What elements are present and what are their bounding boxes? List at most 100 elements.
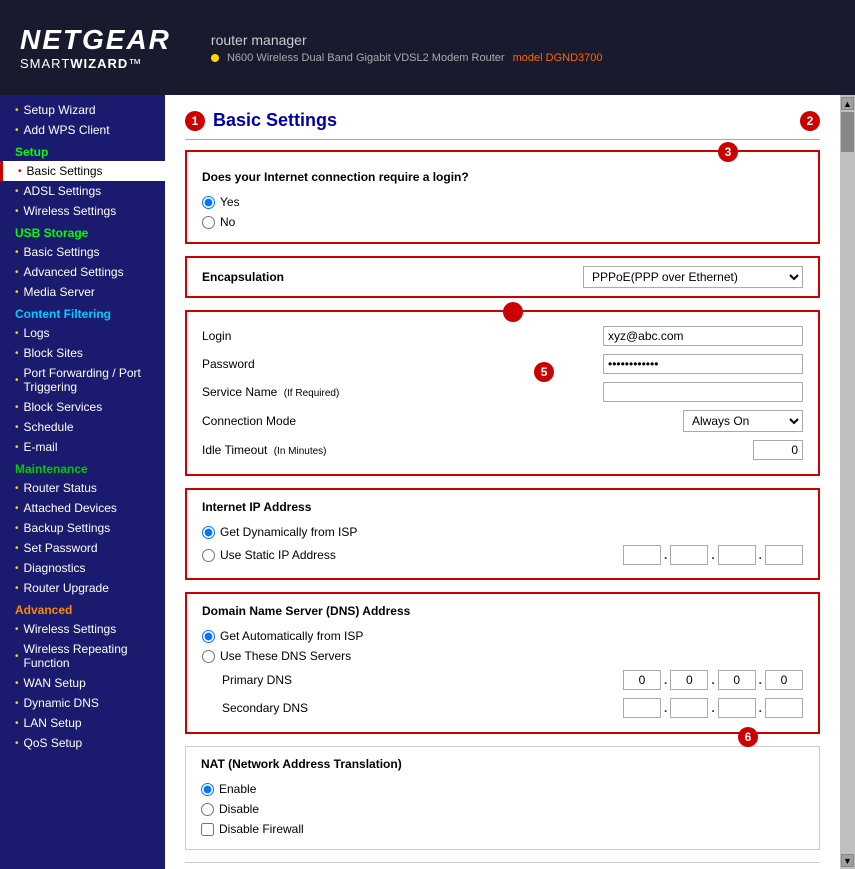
bullet-icon: • <box>15 483 19 494</box>
sidebar-label: Media Server <box>24 285 95 299</box>
model-number: model DGND3700 <box>513 52 603 64</box>
sidebar-label: Router Status <box>24 481 97 495</box>
sidebar-label: ADSL Settings <box>24 184 102 198</box>
use-static-label: Use Static IP Address <box>220 548 623 562</box>
secondary-dns-2[interactable] <box>670 698 708 718</box>
secondary-dns-row: Secondary DNS . . . <box>202 694 803 722</box>
sidebar-item-router-upgrade[interactable]: • Router Upgrade <box>0 578 165 598</box>
setup-section-label: Setup <box>0 140 165 161</box>
bullet-icon: • <box>15 402 19 413</box>
nat-enable-radio[interactable] <box>201 783 214 796</box>
sidebar-item-router-status[interactable]: • Router Status <box>0 478 165 498</box>
sidebar-label: Router Upgrade <box>24 581 109 595</box>
scroll-thumb[interactable] <box>841 112 854 152</box>
nat-disable-radio[interactable] <box>201 803 214 816</box>
static-ip-4[interactable] <box>765 545 803 565</box>
sidebar-item-dynamic-dns[interactable]: • Dynamic DNS <box>0 693 165 713</box>
use-these-dns-radio[interactable] <box>202 650 215 663</box>
sidebar-label: E-mail <box>24 440 58 454</box>
secondary-dns-3[interactable] <box>718 698 756 718</box>
scroll-up-button[interactable]: ▲ <box>841 97 854 110</box>
get-dynamically-radio[interactable] <box>202 526 215 539</box>
sidebar-item-usb-basic[interactable]: • Basic Settings <box>0 242 165 262</box>
step6-badge: 6 <box>738 727 758 747</box>
login-input[interactable] <box>603 326 803 346</box>
encapsulation-select[interactable]: PPPoE(PPP over Ethernet)PPPoA(PPP over A… <box>583 266 803 288</box>
sidebar-item-qos-setup[interactable]: • QoS Setup <box>0 733 165 753</box>
secondary-dns-4[interactable] <box>765 698 803 718</box>
sidebar-label: QoS Setup <box>24 736 83 750</box>
disable-firewall-checkbox[interactable] <box>201 823 214 836</box>
secondary-dns-1[interactable] <box>623 698 661 718</box>
primary-dns-2[interactable] <box>670 670 708 690</box>
service-name-row: Service Name (If Required) <box>202 378 803 406</box>
sidebar-item-setup-wizard[interactable]: • Setup Wizard <box>0 100 165 120</box>
service-name-label: Service Name (If Required) <box>202 385 342 399</box>
static-ip-3[interactable] <box>718 545 756 565</box>
bullet-icon: • <box>15 583 19 594</box>
service-name-input-wrap <box>342 382 803 402</box>
idle-timeout-input[interactable] <box>753 440 803 460</box>
bullet-icon: • <box>15 698 19 709</box>
main-layout: • Setup Wizard • Add WPS Client Setup • … <box>0 95 855 869</box>
idle-timeout-row: Idle Timeout (In Minutes) <box>202 436 803 464</box>
primary-dns-3[interactable] <box>718 670 756 690</box>
sidebar-item-block-sites[interactable]: • Block Sites <box>0 343 165 363</box>
sidebar-label: Basic Settings <box>27 164 103 178</box>
bullet-icon: • <box>15 375 19 386</box>
sidebar-item-wireless-repeating[interactable]: • Wireless Repeating Function <box>0 639 165 673</box>
sidebar-item-port-forwarding[interactable]: • Port Forwarding / Port Triggering <box>0 363 165 397</box>
sidebar-item-email[interactable]: • E-mail <box>0 437 165 457</box>
status-dot <box>211 54 219 62</box>
primary-dns-4[interactable] <box>765 670 803 690</box>
vertical-scrollbar[interactable]: ▲ ▼ <box>840 95 855 869</box>
sidebar-item-usb-advanced[interactable]: • Advanced Settings <box>0 262 165 282</box>
sidebar-item-adv-wireless[interactable]: • Wireless Settings <box>0 619 165 639</box>
sidebar-item-diagnostics[interactable]: • Diagnostics <box>0 558 165 578</box>
primary-dns-1[interactable] <box>623 670 661 690</box>
sidebar-item-attached-devices[interactable]: • Attached Devices <box>0 498 165 518</box>
use-static-radio[interactable] <box>202 549 215 562</box>
nat-enable-label: Enable <box>219 782 256 796</box>
use-these-dns-label: Use These DNS Servers <box>220 649 351 663</box>
sidebar-item-backup[interactable]: • Backup Settings <box>0 518 165 538</box>
password-input[interactable] <box>603 354 803 374</box>
sidebar-item-add-wps[interactable]: • Add WPS Client <box>0 120 165 140</box>
nat-disable-row: Disable <box>201 799 804 819</box>
header-info: router manager N600 Wireless Dual Band G… <box>211 32 603 64</box>
idle-timeout-label: Idle Timeout (In Minutes) <box>202 443 342 457</box>
yes-label: Yes <box>220 195 240 209</box>
no-label: No <box>220 215 235 229</box>
sidebar-label: Logs <box>24 326 50 340</box>
connection-mode-wrap: Always On Dial on Demand Manually Connec… <box>342 410 803 432</box>
no-radio[interactable] <box>202 216 215 229</box>
step2-badge: 2 <box>800 111 820 131</box>
get-auto-isp-row: Get Automatically from ISP <box>202 626 803 646</box>
credentials-section: 4 5 Login Password <box>185 310 820 476</box>
sidebar-label: Dynamic DNS <box>24 696 99 710</box>
static-ip-1[interactable] <box>623 545 661 565</box>
static-ip-2[interactable] <box>670 545 708 565</box>
sidebar-item-lan-setup[interactable]: • LAN Setup <box>0 713 165 733</box>
sidebar-item-wan-setup[interactable]: • WAN Setup <box>0 673 165 693</box>
sidebar-item-media-server[interactable]: • Media Server <box>0 282 165 302</box>
sidebar-item-logs[interactable]: • Logs <box>0 323 165 343</box>
bullet-icon: • <box>15 287 19 298</box>
connection-mode-select[interactable]: Always On Dial on Demand Manually Connec… <box>683 410 803 432</box>
scroll-down-button[interactable]: ▼ <box>841 854 854 867</box>
header: NETGEAR SMARTWIZARD™ router manager N600… <box>0 0 855 95</box>
sidebar-item-basic-settings[interactable]: • Basic Settings <box>0 161 165 181</box>
sidebar-item-set-password[interactable]: • Set Password <box>0 538 165 558</box>
get-auto-isp-radio[interactable] <box>202 630 215 643</box>
yes-radio[interactable] <box>202 196 215 209</box>
sidebar-item-adsl[interactable]: • ADSL Settings <box>0 181 165 201</box>
secondary-dns-label: Secondary DNS <box>222 701 623 715</box>
login-row: Login <box>202 322 803 350</box>
sidebar-item-block-services[interactable]: • Block Services <box>0 397 165 417</box>
sidebar-item-wireless[interactable]: • Wireless Settings <box>0 201 165 221</box>
nat-section: NAT (Network Address Translation) Enable… <box>185 746 820 850</box>
service-name-input[interactable] <box>603 382 803 402</box>
sidebar-item-schedule[interactable]: • Schedule <box>0 417 165 437</box>
bullet-icon: • <box>18 166 22 177</box>
sidebar-label: Port Forwarding / Port Triggering <box>24 366 155 394</box>
